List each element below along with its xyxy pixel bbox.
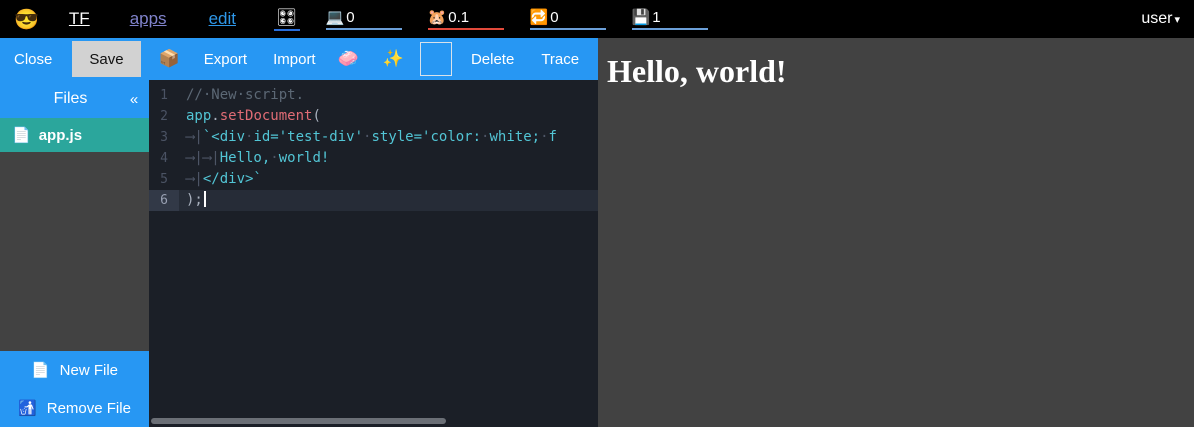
line-number: 6 — [149, 190, 179, 211]
floppy-disk-icon: 💾 — [632, 8, 651, 26]
remove-file-label: Remove File — [47, 400, 131, 417]
preview-heading: Hello, world! — [607, 53, 1194, 90]
line-content: ⟶|`<div·id='test-div'·style='color:·whit… — [179, 127, 557, 148]
metric-memory-value: 0.1 — [448, 9, 469, 26]
files-sidebar: Files « 📄 app.js 📄 New File 🚮 Remove Fil… — [0, 80, 149, 427]
litter-bin-icon: 🚮 — [18, 399, 37, 417]
metric-memory[interactable]: 🐹 0.1 — [428, 8, 504, 30]
sidebar-actions: 📄 New File 🚮 Remove File — [0, 351, 149, 427]
document-icon: 📄 — [12, 126, 31, 144]
code-line[interactable]: 6); — [149, 190, 598, 211]
editor-toolbar: Close Save 📦 Export Import 🧼 ✨ Delete Tr… — [0, 38, 598, 80]
import-button[interactable]: Import — [273, 51, 316, 68]
line-content: ); — [179, 190, 206, 211]
line-number: 2 — [149, 106, 179, 127]
line-content: ⟶|</div>` — [179, 169, 262, 190]
metric-cpu-value: 0 — [346, 9, 354, 26]
page-icon: 📄 — [31, 361, 50, 379]
nav-link-apps[interactable]: apps — [130, 9, 167, 29]
file-item-appjs[interactable]: 📄 app.js — [0, 118, 149, 152]
top-bar: 😎 TF apps edit 🎛 💻 0 🐹 0.1 🔁 0 💾 1 user … — [0, 0, 1194, 38]
left-pane: Close Save 📦 Export Import 🧼 ✨ Delete Tr… — [0, 38, 598, 427]
laptop-icon: 💻 — [326, 8, 345, 26]
save-button[interactable]: Save — [72, 41, 140, 77]
new-file-label: New File — [60, 362, 118, 379]
soap-icon[interactable]: 🧼 — [338, 49, 359, 69]
sparkles-icon[interactable]: ✨ — [383, 49, 404, 69]
metric-cpu[interactable]: 💻 0 — [326, 8, 402, 30]
user-menu-label: user — [1141, 10, 1172, 28]
line-content: ⟶|⟶|Hello,·world! — [179, 148, 329, 169]
line-number: 3 — [149, 127, 179, 148]
horizontal-scrollbar[interactable] — [151, 418, 446, 424]
control-knobs-icon[interactable]: 🎛 — [274, 8, 300, 31]
collapse-sidebar-icon[interactable]: « — [119, 91, 149, 108]
line-content: //·New·script. — [179, 85, 304, 106]
new-file-button[interactable]: 📄 New File — [0, 351, 149, 389]
text-cursor — [204, 191, 206, 207]
export-button[interactable]: Export — [204, 51, 247, 68]
hamster-icon: 🐹 — [428, 8, 447, 26]
code-line[interactable]: 5⟶|</div>` — [149, 169, 598, 190]
code-line[interactable]: 2app.setDocument( — [149, 106, 598, 127]
nav-link-edit[interactable]: edit — [209, 9, 236, 29]
files-header: Files « — [0, 80, 149, 118]
close-button[interactable]: Close — [14, 51, 52, 68]
remove-file-button[interactable]: 🚮 Remove File — [0, 389, 149, 427]
repeat-icon: 🔁 — [530, 8, 549, 26]
nav-link-tf[interactable]: TF — [69, 9, 90, 29]
file-item-label: app.js — [39, 127, 82, 144]
chevron-down-icon: ▾ — [1174, 13, 1180, 26]
empty-button[interactable] — [420, 42, 452, 76]
metric-saves[interactable]: 💾 1 — [632, 8, 708, 30]
user-menu[interactable]: user ▾ — [1141, 10, 1180, 28]
sidebar-body — [0, 152, 149, 351]
files-title: Files — [0, 90, 119, 108]
workspace: Files « 📄 app.js 📄 New File 🚮 Remove Fil… — [0, 80, 598, 427]
metric-restarts[interactable]: 🔁 0 — [530, 8, 606, 30]
main-area: Close Save 📦 Export Import 🧼 ✨ Delete Tr… — [0, 38, 1194, 427]
line-content: app.setDocument( — [179, 106, 321, 127]
package-icon[interactable]: 📦 — [159, 49, 180, 69]
code-editor[interactable]: 1//·New·script.2app.setDocument(3⟶|`<div… — [149, 80, 598, 427]
code-area[interactable]: 1//·New·script.2app.setDocument(3⟶|`<div… — [149, 80, 598, 211]
sunglasses-face-icon: 😎 — [14, 7, 39, 32]
metric-restarts-value: 0 — [550, 9, 558, 26]
code-line[interactable]: 3⟶|`<div·id='test-div'·style='color:·whi… — [149, 127, 598, 148]
preview-pane: Hello, world! — [598, 38, 1194, 427]
code-line[interactable]: 4⟶|⟶|Hello,·world! — [149, 148, 598, 169]
delete-button[interactable]: Delete — [471, 51, 514, 68]
line-number: 1 — [149, 85, 179, 106]
trace-button[interactable]: Trace — [541, 51, 579, 68]
metric-saves-value: 1 — [652, 9, 660, 26]
line-number: 4 — [149, 148, 179, 169]
line-number: 5 — [149, 169, 179, 190]
code-line[interactable]: 1//·New·script. — [149, 85, 598, 106]
